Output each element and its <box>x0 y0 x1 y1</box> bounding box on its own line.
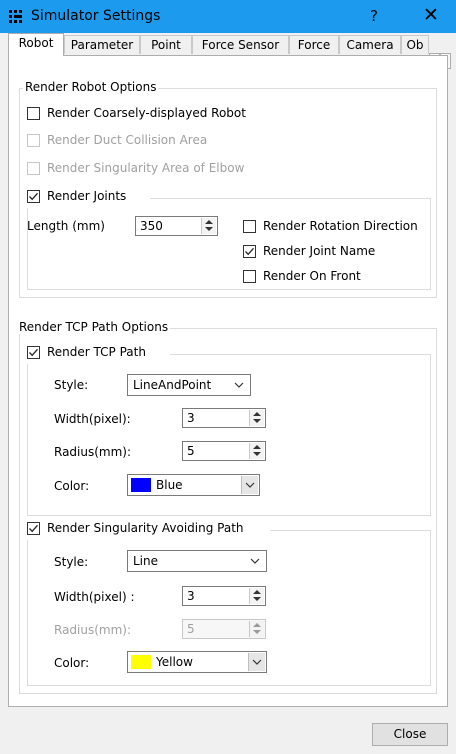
tab-object[interactable]: Ob <box>401 35 429 54</box>
render-singularity-path-checkbox[interactable]: Render Singularity Avoiding Path <box>27 521 267 537</box>
render-tcp-path-label: Render TCP Path <box>47 345 146 359</box>
check-mark-icon <box>29 524 38 533</box>
singularity-width-label: Width(pixel) : <box>54 590 135 604</box>
singularity-style-dropdown[interactable]: Line <box>127 550 267 572</box>
render-on-front-label: Render On Front <box>263 269 361 283</box>
checkbox-box[interactable] <box>27 107 40 120</box>
render-joints-label: Render Joints <box>47 189 127 203</box>
check-mark-icon <box>245 247 254 256</box>
singularity-width-spinbox[interactable]: 3 <box>182 586 266 606</box>
simulator-settings-window: Simulator Settings ? ✕ Robot Parameter P… <box>0 0 456 754</box>
length-value: 350 <box>140 219 163 233</box>
checkbox-box[interactable] <box>27 190 40 203</box>
window-title: Simulator Settings <box>31 8 161 24</box>
tab-force-sensor[interactable]: Force Sensor <box>192 35 289 54</box>
yellow-color-swatch <box>131 655 151 669</box>
singularity-radius-value: 5 <box>187 622 195 636</box>
singularity-color-dropdown[interactable]: Yellow <box>127 651 267 673</box>
checkbox-box[interactable] <box>243 220 256 233</box>
tcp-width-value: 3 <box>187 411 195 425</box>
render-rotation-direction-label: Render Rotation Direction <box>263 219 418 233</box>
tab-robot[interactable]: Robot <box>8 33 64 56</box>
singularity-width-spin-buttons[interactable] <box>249 588 264 604</box>
checkbox-box[interactable] <box>243 245 256 258</box>
render-joint-name-label: Render Joint Name <box>263 244 376 258</box>
tcp-radius-spin-buttons[interactable] <box>249 443 264 459</box>
chevron-down-icon <box>245 482 255 488</box>
singularity-color-dropdown-button[interactable] <box>248 653 265 671</box>
render-coarse-robot-label: Render Coarsely-displayed Robot <box>47 106 246 120</box>
tcp-width-label: Width(pixel): <box>54 412 131 426</box>
close-button[interactable]: Close <box>372 723 448 746</box>
tcp-color-dropdown[interactable]: Blue <box>127 474 260 496</box>
tcp-style-label: Style: <box>54 378 89 392</box>
render-joints-title-area: Render Joints <box>27 189 150 208</box>
chevron-down-icon <box>250 558 260 564</box>
render-joints-checkbox[interactable]: Render Joints <box>27 189 147 205</box>
tcp-style-value: LineAndPoint <box>133 378 212 392</box>
close-window-button[interactable]: ✕ <box>423 4 439 26</box>
singularity-radius-spin-buttons <box>249 621 264 637</box>
check-mark-icon <box>29 192 38 201</box>
checkbox-box[interactable] <box>243 270 256 283</box>
tab-parameter[interactable]: Parameter <box>64 35 140 54</box>
singularity-radius-label: Radius(mm): <box>54 623 132 637</box>
render-singularity-path-label: Render Singularity Avoiding Path <box>47 521 244 535</box>
singularity-color-value: Yellow <box>156 655 193 669</box>
render-tcp-path-options-title: Render TCP Path Options <box>17 320 171 334</box>
tcp-radius-label: Radius(mm): <box>54 445 132 459</box>
tcp-color-value: Blue <box>156 478 183 492</box>
tcp-width-spin-buttons[interactable] <box>249 410 264 426</box>
chevron-down-icon <box>234 382 244 388</box>
render-duct-collision-label: Render Duct Collision Area <box>47 133 208 147</box>
tab-strip: Robot Parameter Point Force Sensor Force… <box>0 33 456 56</box>
tcp-radius-spinbox[interactable]: 5 <box>182 441 266 461</box>
length-spin-buttons[interactable] <box>201 218 216 234</box>
render-robot-options-title: Render Robot Options <box>23 80 159 94</box>
checkbox-box[interactable] <box>27 346 40 359</box>
chevron-down-icon <box>252 659 262 665</box>
singularity-width-value: 3 <box>187 589 195 603</box>
tab-point[interactable]: Point <box>140 35 192 54</box>
tcp-style-dropdown[interactable]: LineAndPoint <box>127 374 251 396</box>
tab-camera[interactable]: Camera <box>339 35 401 54</box>
tcp-color-label: Color: <box>54 479 90 493</box>
singularity-color-label: Color: <box>54 656 90 670</box>
length-spinbox[interactable]: 350 <box>135 216 218 236</box>
checkbox-box[interactable] <box>27 162 40 175</box>
settings-app-icon <box>9 10 23 23</box>
singularity-radius-spinbox: 5 <box>182 619 266 639</box>
checkbox-box[interactable] <box>27 134 40 147</box>
render-singularity-elbow-label: Render Singularity Area of Elbow <box>47 161 245 175</box>
robot-tab-panel: Render Robot Options Render Coarsely-dis… <box>8 55 448 707</box>
check-mark-icon <box>29 348 38 357</box>
help-button[interactable]: ? <box>370 7 378 25</box>
tcp-width-spinbox[interactable]: 3 <box>182 408 266 428</box>
blue-color-swatch <box>131 478 151 492</box>
render-tcp-path-title-area: Render TCP Path <box>27 345 170 364</box>
singularity-style-value: Line <box>133 554 159 568</box>
length-label: Length (mm) <box>27 219 105 233</box>
singularity-style-label: Style: <box>54 555 89 569</box>
tab-force[interactable]: Force <box>289 35 339 54</box>
render-singularity-path-title-area: Render Singularity Avoiding Path <box>27 521 270 540</box>
render-tcp-path-checkbox[interactable]: Render TCP Path <box>27 345 167 361</box>
tcp-color-dropdown-button[interactable] <box>241 476 258 494</box>
tcp-radius-value: 5 <box>187 444 195 458</box>
title-bar[interactable]: Simulator Settings ? ✕ <box>0 0 456 33</box>
checkbox-box[interactable] <box>27 522 40 535</box>
